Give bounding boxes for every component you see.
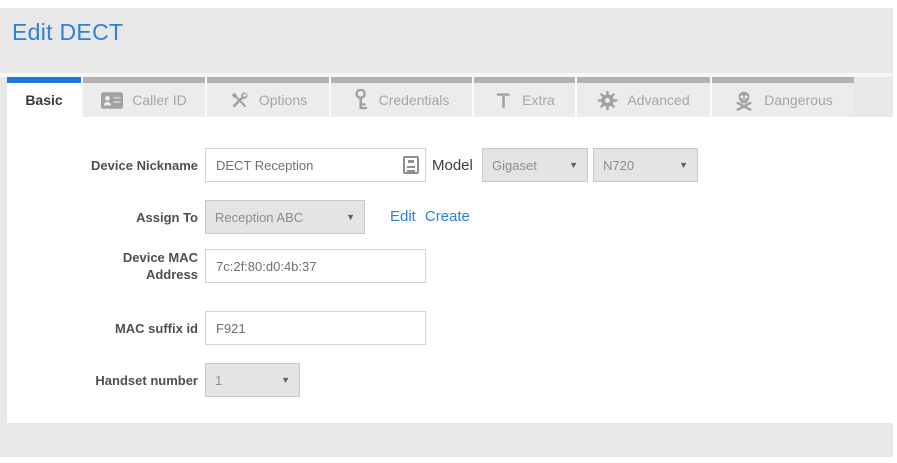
assign-to-links: Edit Create — [390, 208, 470, 225]
tab-advanced[interactable]: Advanced — [577, 77, 710, 117]
tab-caller-id-label: Caller ID — [132, 92, 186, 108]
tab-bar: Basic Caller ID — [7, 77, 854, 117]
assign-to-value: Reception ABC — [215, 210, 303, 225]
device-mac-input[interactable] — [205, 249, 426, 283]
key-icon — [354, 89, 370, 111]
handset-number-value: 1 — [215, 373, 222, 388]
model-type-select[interactable]: N720 ▼ — [593, 148, 698, 182]
tab-advanced-label: Advanced — [627, 92, 689, 108]
handset-number-select[interactable]: 1 ▼ — [205, 363, 300, 397]
create-link[interactable]: Create — [425, 208, 470, 225]
assign-to-label: Assign To — [58, 209, 198, 226]
chevron-down-icon: ▼ — [569, 160, 578, 170]
chevron-down-icon: ▼ — [346, 212, 355, 222]
tab-dangerous-label: Dangerous — [764, 92, 833, 108]
skull-icon — [733, 90, 755, 111]
mac-suffix-input[interactable] — [205, 311, 426, 345]
tab-basic[interactable]: Basic — [7, 77, 81, 117]
mac-suffix-label: MAC suffix id — [58, 320, 198, 337]
tab-basic-label: Basic — [25, 92, 62, 108]
gear-icon — [597, 90, 618, 111]
chevron-down-icon: ▼ — [281, 375, 290, 385]
device-mac-label: Device MAC Address — [58, 249, 198, 283]
tab-extra-label: Extra — [522, 92, 555, 108]
tab-caller-id[interactable]: Caller ID — [83, 77, 205, 117]
tools-icon — [229, 90, 250, 111]
device-mac-label-line2: Address — [58, 266, 198, 283]
tab-credentials-label: Credentials — [379, 92, 450, 108]
handset-number-label: Handset number — [58, 372, 198, 389]
hammer-icon — [494, 90, 513, 111]
device-mac-label-line1: Device MAC — [58, 249, 198, 266]
tab-options[interactable]: Options — [207, 77, 329, 117]
page-title: Edit DECT — [12, 19, 123, 46]
assign-to-select[interactable]: Reception ABC ▼ — [205, 200, 365, 234]
tab-credentials[interactable]: Credentials — [331, 77, 472, 117]
edit-link[interactable]: Edit — [390, 208, 416, 225]
model-brand-value: Gigaset — [492, 158, 537, 173]
tab-extra[interactable]: Extra — [474, 77, 575, 117]
device-nickname-input[interactable] — [205, 148, 426, 182]
tab-options-label: Options — [259, 92, 307, 108]
tab-dangerous[interactable]: Dangerous — [712, 77, 854, 117]
model-label: Model — [432, 157, 473, 174]
autofill-icon[interactable] — [403, 156, 419, 174]
model-brand-select[interactable]: Gigaset ▼ — [482, 148, 588, 182]
device-nickname-label: Device Nickname — [58, 157, 198, 174]
chevron-down-icon: ▼ — [679, 160, 688, 170]
model-type-value: N720 — [603, 158, 634, 173]
id-card-icon — [101, 92, 123, 109]
